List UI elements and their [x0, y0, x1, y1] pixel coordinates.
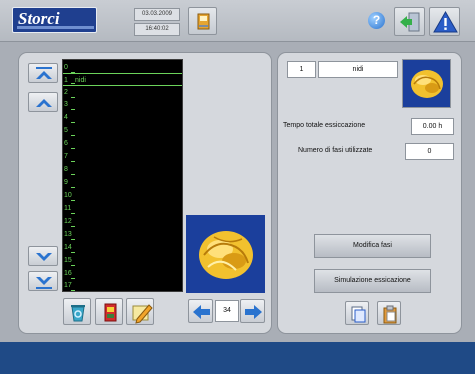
double-up-icon — [36, 67, 52, 79]
delete-button[interactable] — [63, 298, 91, 325]
copy-button[interactable] — [345, 301, 369, 325]
alarm-button[interactable] — [429, 7, 460, 36]
list-item[interactable]: 8 — [62, 163, 183, 176]
chevron-up-icon — [36, 99, 52, 107]
pasta-nest-icon — [199, 231, 253, 279]
recipe-number-field[interactable]: 1 — [287, 61, 316, 78]
next-page-button[interactable] — [240, 299, 265, 323]
total-drying-time-label: Tempo totale essiccazione — [283, 122, 366, 129]
row-tick — [71, 174, 75, 175]
copy-icon — [351, 306, 366, 323]
row-tick — [71, 226, 75, 227]
row-tick — [71, 135, 75, 136]
row-tick — [71, 213, 75, 214]
list-item[interactable]: 14 — [62, 241, 183, 254]
exit-icon — [400, 12, 420, 32]
scroll-first-button[interactable] — [28, 63, 58, 83]
scroll-last-button[interactable] — [28, 271, 58, 291]
list-item[interactable]: 5 — [62, 124, 183, 137]
storci-logo: Storci — [12, 7, 97, 33]
drying-simulation-button[interactable]: Simulazione essicazione — [314, 269, 431, 293]
logo-underline — [17, 26, 94, 29]
row-tick — [71, 200, 75, 201]
exit-button[interactable] — [394, 7, 425, 36]
list-item[interactable]: 6 — [62, 137, 183, 150]
row-name: nidi — [75, 77, 86, 84]
arrow-right-icon — [245, 305, 262, 319]
recipe-name-field[interactable]: nidi — [318, 61, 398, 78]
row-tick — [71, 239, 75, 240]
paste-button[interactable] — [377, 301, 401, 325]
recipe-preview-image — [402, 59, 451, 108]
phases-used-label: Numero di fasi utilizzate — [298, 147, 373, 154]
recycle-bin-icon — [71, 305, 85, 322]
row-number: 1 — [64, 77, 68, 84]
phases-used-value: 0 — [405, 143, 454, 160]
row-tick — [71, 122, 75, 123]
recipe-book-icon — [197, 13, 210, 30]
double-down-icon — [36, 277, 52, 289]
time-display: 16:40:02 — [134, 23, 180, 36]
book-button[interactable] — [95, 298, 123, 325]
row-tick — [71, 265, 75, 266]
total-drying-time-value: 0.00 h — [411, 118, 454, 135]
list-item[interactable]: 9 — [62, 176, 183, 189]
list-item[interactable]: 3 — [62, 98, 183, 111]
scroll-up-button[interactable] — [28, 92, 58, 112]
list-item[interactable]: 11 — [62, 202, 183, 215]
previous-page-button[interactable] — [188, 299, 213, 323]
edit-button[interactable] — [126, 298, 154, 325]
list-item[interactable]: 15 — [62, 254, 183, 267]
list-item[interactable]: 12 — [62, 215, 183, 228]
list-item[interactable]: 7 — [62, 150, 183, 163]
arrow-left-icon — [193, 305, 210, 319]
bottom-status-band — [0, 342, 475, 374]
row-tick — [71, 161, 75, 162]
list-item[interactable]: 4 — [62, 111, 183, 124]
pasta-preview-image — [186, 215, 265, 293]
pasta-nest-icon — [411, 70, 443, 98]
row-tick — [71, 148, 75, 149]
list-item[interactable]: 17 — [62, 279, 183, 292]
help-icon[interactable]: ? — [368, 12, 385, 29]
recipe-book-button[interactable] — [188, 7, 217, 35]
phase-list[interactable]: 0 1 nidi 2 3 4 5 6 7 8 9 10 11 12 13 14 1… — [62, 59, 183, 292]
scroll-down-button[interactable] — [28, 246, 58, 266]
row-tick — [71, 187, 75, 188]
warning-icon — [433, 10, 458, 33]
pencil-icon — [132, 304, 153, 324]
list-item[interactable]: 13 — [62, 228, 183, 241]
book-icon — [104, 303, 117, 322]
list-item-selected[interactable]: 1 nidi — [62, 73, 183, 86]
row-tick — [71, 252, 75, 253]
page-number: 34 — [215, 300, 239, 322]
date-display: 03.03.2009 — [134, 8, 180, 21]
list-item[interactable]: 10 — [62, 189, 183, 202]
chevron-down-icon — [36, 253, 52, 261]
modify-phases-button[interactable]: Modifica fasi — [314, 234, 431, 258]
row-tick — [71, 109, 75, 110]
row-tick — [71, 290, 75, 291]
paste-icon — [383, 305, 397, 324]
